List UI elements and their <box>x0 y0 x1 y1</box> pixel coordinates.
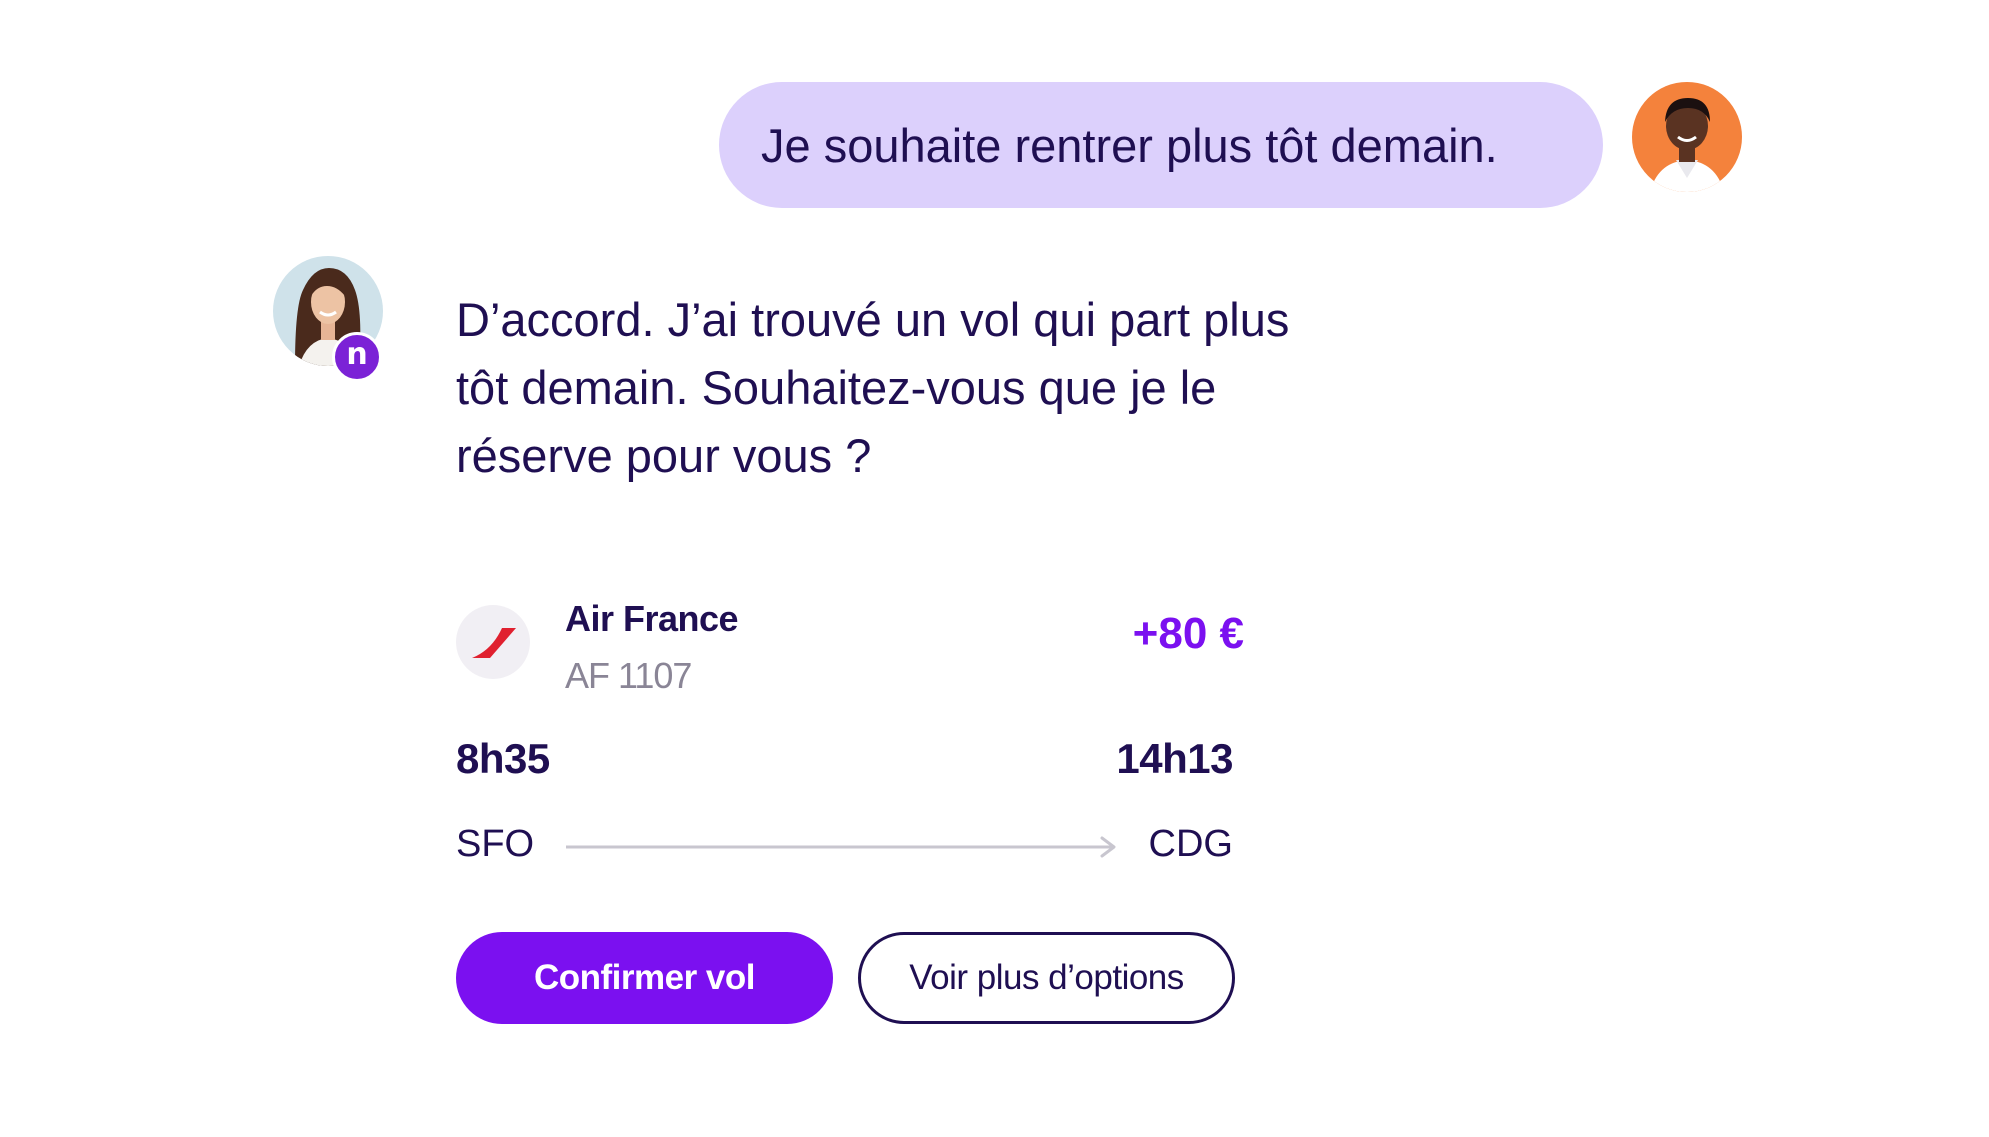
assistant-badge: n <box>332 332 382 382</box>
user-avatar <box>1632 82 1742 192</box>
user-message-bubble: Je souhaite rentrer plus tôt demain. <box>719 82 1603 208</box>
departure-time: 8h35 <box>456 735 550 782</box>
air-france-logo-icon <box>456 605 530 679</box>
airline-name: Air France <box>565 598 739 639</box>
destination-airport: CDG <box>1148 823 1233 865</box>
arrival-time: 14h13 <box>1116 735 1233 782</box>
user-message-text: Je souhaite rentrer plus tôt demain. <box>761 118 1498 172</box>
price-difference: +80 € <box>1132 609 1244 658</box>
arrow-right-icon <box>566 835 1118 859</box>
origin-airport: SFO <box>456 823 535 865</box>
flight-number: AF 1107 <box>565 655 692 696</box>
more-options-button[interactable]: Voir plus d’options <box>858 932 1235 1024</box>
assistant-message-text: D’accord. J’ai trouvé un vol qui part pl… <box>456 293 1290 482</box>
confirm-flight-button[interactable]: Confirmer vol <box>456 932 833 1024</box>
